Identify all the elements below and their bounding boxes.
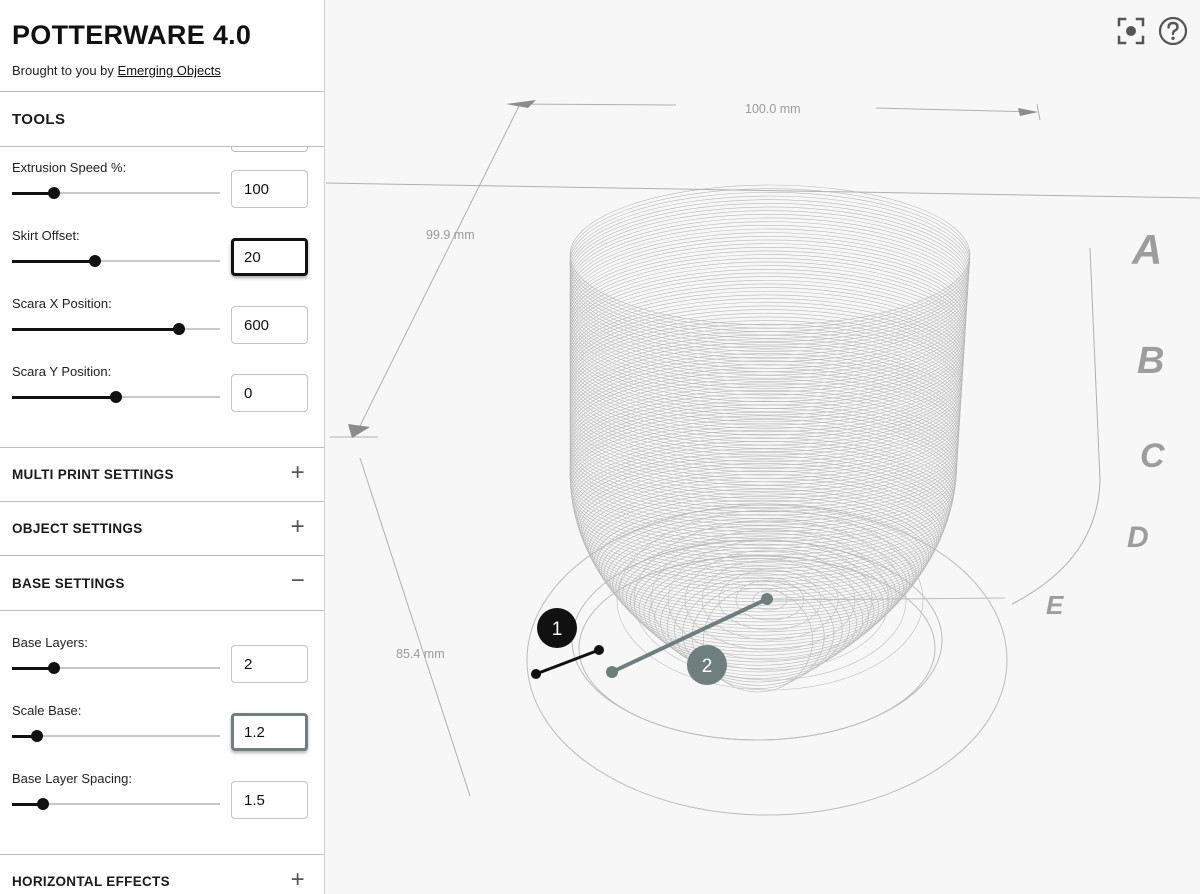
slider-thumb[interactable] [110,391,122,403]
section-label: HORIZONTAL EFFECTS [12,874,170,889]
marker-1-line[interactable] [535,648,600,676]
arrow-width-left [506,100,536,108]
extrusion-speed-slider[interactable] [12,187,220,199]
emerging-objects-link[interactable]: Emerging Objects [118,63,221,78]
section-label: BASE SETTINGS [12,575,125,591]
letter-e: E [1046,590,1064,620]
param-scale-base: Scale Base: [12,703,312,763]
slider-thumb[interactable] [31,730,43,742]
marker-1-handle[interactable] [594,645,604,655]
height-line [359,457,471,797]
slider-thumb[interactable] [48,662,60,674]
slider-thumb[interactable] [37,798,49,810]
arrow-width-right [1018,108,1038,116]
horizontal-effects-row[interactable]: HORIZONTAL EFFECTS + [0,854,324,894]
app-title: POTTERWARE 4.0 [12,20,252,50]
layer-ring [569,228,968,366]
layer-ring [569,316,963,446]
scara-y-slider[interactable] [12,391,220,403]
multi-print-settings-row[interactable]: MULTI PRINT SETTINGS + [0,447,324,501]
layer-ring [569,225,968,362]
param-skirt-offset: Skirt Offset: [12,228,312,288]
marker-1-number: 1 [552,619,563,640]
collapse-icon[interactable]: − [291,569,305,593]
depth-line [355,103,521,435]
base-layers-slider[interactable] [12,662,220,674]
layer-ring [576,463,947,579]
letter-d: D [1127,521,1149,554]
width-dimension-label: 100.0 mm [745,102,801,116]
expand-icon[interactable]: + [291,515,305,539]
letter-b: B [1137,340,1164,382]
right-curve [1011,479,1101,605]
depth-dimension-label: 99.9 mm [426,228,475,242]
height-dimension-label: 85.4 mm [396,647,445,661]
extrusion-speed-input[interactable] [231,170,308,208]
layer-ring [569,203,970,342]
width-line-right [875,107,1038,113]
param-scara-x: Scara X Position: [12,296,312,356]
param-base-layer-spacing: Base Layer Spacing: [12,771,312,831]
layer-ring [569,419,957,539]
layer-ring [579,470,944,586]
base-layer-spacing-slider[interactable] [12,798,220,810]
app-header: POTTERWARE 4.0 Brought to you by Emergin… [0,0,324,92]
marker-2-handle[interactable] [606,666,618,678]
object-settings-row[interactable]: OBJECT SETTINGS + [0,501,324,555]
help-circle-icon[interactable] [1158,16,1188,46]
layer-ring [569,312,963,443]
layer-ring [569,217,969,356]
marker-1-handle[interactable] [531,669,541,679]
marker-1-group[interactable]: 1 [531,608,604,679]
dimension-lines [326,103,1200,797]
marker-2-number: 2 [702,656,713,677]
sidebar: POTTERWARE 4.0 Brought to you by Emergin… [0,0,325,894]
slider-thumb[interactable] [173,323,185,335]
section-label: OBJECT SETTINGS [12,521,143,536]
param-scara-y: Scara Y Position: [12,364,312,424]
layer-ring [569,221,969,359]
scale-base-input[interactable] [231,713,308,751]
layer-ring [569,309,963,439]
3d-viewport[interactable]: 100.0 mm 99.9 mm 85.4 mm A B C D E 1 2 [326,0,1200,894]
scara-y-input[interactable] [231,374,308,412]
letter-c: C [1140,437,1165,475]
right-line [1089,247,1101,481]
expand-icon[interactable]: + [291,868,305,892]
focus-frame-icon[interactable] [1116,16,1146,46]
scrolled-input-stub [231,147,308,152]
section-label: MULTI PRINT SETTINGS [12,467,174,482]
layer-ring [569,232,968,369]
marker-2-handle[interactable] [761,593,773,605]
expand-icon[interactable]: + [291,461,305,485]
vessel-preview: 100.0 mm 99.9 mm 85.4 mm A B C D E 1 2 [326,100,1200,816]
skirt-offset-slider[interactable] [12,255,220,267]
base-settings-row[interactable]: BASE SETTINGS − [0,555,324,611]
base-layers-input[interactable] [231,645,308,683]
scara-x-input[interactable] [231,306,308,344]
base-layer-spacing-input[interactable] [231,781,308,819]
param-extrusion-speed: Extrusion Speed %: [12,160,312,220]
vessel-wireframe [569,184,971,693]
skirt-offset-input[interactable] [231,238,308,276]
byline-prefix: Brought to you by [12,63,114,78]
tools-section-title: TOOLS [0,92,324,147]
byline: Brought to you by Emerging Objects [12,63,312,78]
param-base-layers: Base Layers: [12,635,312,695]
scale-base-slider[interactable] [12,730,220,742]
layer-ring [569,184,971,326]
slider-thumb[interactable] [89,255,101,267]
layer-ring [569,422,956,543]
slider-thumb[interactable] [48,187,60,199]
width-line-left [507,103,677,106]
scara-x-slider[interactable] [12,323,220,335]
arrow-depth-bottom [348,424,370,438]
letter-a: A [1131,226,1162,273]
